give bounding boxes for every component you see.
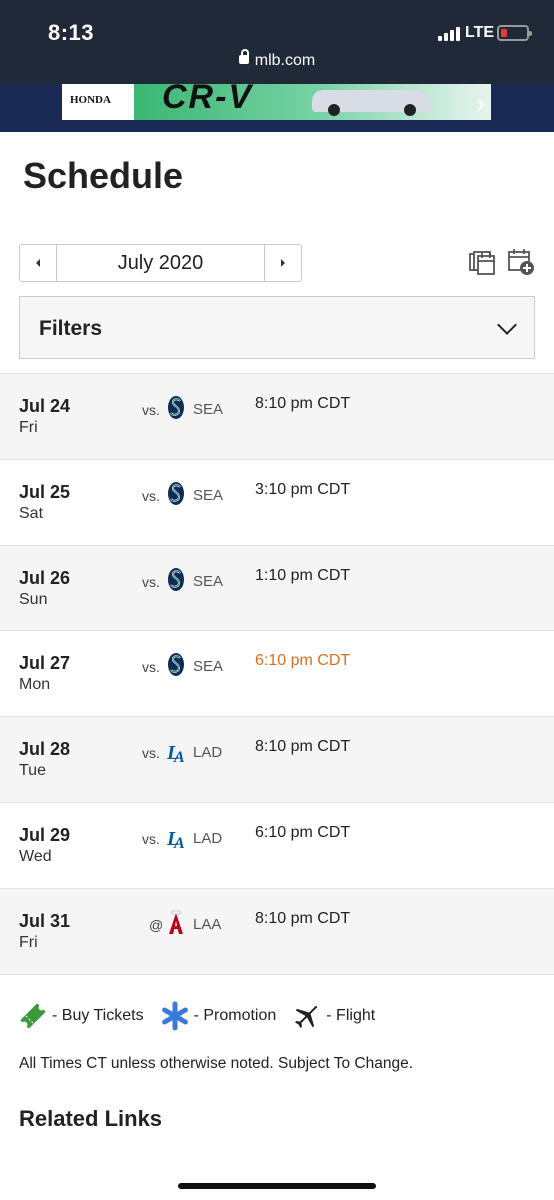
ticket-icon bbox=[20, 1003, 46, 1029]
game-day: Wed bbox=[19, 847, 52, 865]
battery-icon bbox=[497, 25, 532, 41]
opponent-team[interactable]: SEA bbox=[193, 658, 223, 675]
game-date: Jul 29 bbox=[19, 824, 71, 845]
game-day: Fri bbox=[19, 933, 38, 951]
opponent-team[interactable]: LAA bbox=[193, 916, 221, 933]
game-row[interactable]: Jul 26 Sun vs. SEA 1:10 pm CDT bbox=[0, 545, 554, 632]
team-logo-icon[interactable] bbox=[167, 910, 185, 935]
opponent-team[interactable]: LAD bbox=[193, 744, 222, 761]
game-day: Sun bbox=[19, 590, 48, 608]
opponent-team[interactable]: SEA bbox=[193, 573, 223, 590]
team-logo-icon[interactable]: LA bbox=[166, 738, 185, 766]
times-note: All Times CT unless otherwise noted. Sub… bbox=[19, 1055, 414, 1072]
team-logo-icon[interactable] bbox=[167, 395, 185, 420]
team-logo-icon[interactable] bbox=[167, 652, 185, 677]
legend-tickets-label: - Buy Tickets bbox=[52, 1007, 144, 1024]
legend-promotion: - Promotion bbox=[160, 1001, 277, 1031]
game-row[interactable]: Jul 27 Mon vs. SEA 6:10 pm CDT bbox=[0, 631, 554, 718]
legend-promotion-label: - Promotion bbox=[193, 1007, 277, 1024]
car-image bbox=[312, 90, 432, 116]
legend-tickets: - Buy Tickets bbox=[18, 1001, 144, 1031]
calendar-add-icon[interactable] bbox=[507, 248, 535, 276]
legend-flight: - Flight bbox=[292, 1001, 375, 1031]
opponent-team[interactable]: SEA bbox=[193, 487, 223, 504]
game-row[interactable]: Jul 29 Wed vs. L A LAD 6:10 pm CDT bbox=[0, 803, 554, 889]
matchup-prefix: vs. bbox=[142, 745, 160, 762]
game-time[interactable]: 3:10 pm CDT bbox=[255, 481, 350, 499]
lock-icon bbox=[238, 49, 249, 65]
ad-banner[interactable]: HONDA CR-V › bbox=[62, 84, 491, 120]
game-day: Sat bbox=[19, 504, 44, 522]
month-picker: July 2020 bbox=[19, 244, 302, 282]
page-title: Schedule bbox=[23, 155, 184, 196]
ad-brand: HONDA bbox=[70, 94, 111, 106]
game-day: Tue bbox=[19, 762, 46, 780]
caret-left-icon bbox=[36, 259, 40, 267]
game-time[interactable]: 8:10 pm CDT bbox=[255, 738, 350, 756]
team-logo-icon[interactable]: LA bbox=[166, 824, 185, 852]
month-label[interactable]: July 2020 bbox=[56, 245, 265, 281]
game-time[interactable]: 8:10 pm CDT bbox=[255, 395, 350, 413]
url-text: mlb.com bbox=[254, 52, 316, 69]
game-time[interactable]: 6:10 pm CDT bbox=[255, 824, 350, 842]
status-time: 8:13 bbox=[48, 20, 95, 45]
matchup-prefix: @ bbox=[149, 916, 164, 933]
game-time[interactable]: 1:10 pm CDT bbox=[255, 567, 350, 585]
svg-text:A: A bbox=[173, 749, 185, 763]
game-time[interactable]: 8:10 pm CDT bbox=[255, 910, 350, 928]
game-row[interactable]: Jul 25 Sat vs. SEA 3:10 pm CDT bbox=[0, 460, 554, 546]
caret-right-icon bbox=[281, 259, 285, 267]
next-month-button[interactable] bbox=[265, 245, 301, 281]
airplane-icon bbox=[295, 1005, 318, 1029]
filters-dropdown[interactable]: Filters bbox=[19, 296, 535, 359]
matchup-prefix: vs. bbox=[142, 402, 160, 418]
matchup-prefix: vs. bbox=[142, 573, 160, 590]
prev-month-button[interactable] bbox=[20, 245, 56, 281]
game-date: Jul 31 bbox=[19, 910, 71, 931]
filters-label: Filters bbox=[39, 317, 103, 340]
svg-text:A: A bbox=[173, 835, 185, 849]
game-date: Jul 26 bbox=[19, 567, 71, 588]
home-indicator bbox=[178, 1183, 376, 1189]
game-row[interactable]: Jul 24 Fri vs. SEA 8:10 pm CDT bbox=[0, 374, 554, 460]
game-row[interactable]: Jul 31 Fri @ LAA 8:10 pm CDT bbox=[0, 888, 554, 975]
ad-model: CR-V bbox=[162, 84, 254, 116]
game-list: Jul 24 Fri vs. SEA 8:10 pm CDT Jul 25 Sat vs. SE… bbox=[0, 373, 554, 975]
opponent-team[interactable]: SEA bbox=[193, 401, 223, 418]
game-day: Mon bbox=[19, 676, 51, 694]
related-links-title: Related Links bbox=[19, 1106, 163, 1131]
game-date: Jul 27 bbox=[19, 653, 71, 674]
ad-arrow-icon: › bbox=[476, 88, 485, 118]
chevron-down-icon bbox=[497, 315, 517, 335]
network-label: LTE bbox=[465, 24, 495, 41]
game-date: Jul 25 bbox=[19, 481, 71, 502]
game-time[interactable]: 6:10 pm CDT bbox=[255, 652, 350, 670]
game-row[interactable]: Jul 28 Tue vs. L A LAD 8:10 pm CDT bbox=[0, 717, 554, 803]
calendar-stack-icon[interactable] bbox=[468, 248, 496, 276]
matchup-prefix: vs. bbox=[142, 659, 160, 676]
game-day: Fri bbox=[19, 419, 38, 436]
url-bar[interactable]: mlb.com bbox=[0, 49, 554, 82]
matchup-prefix: vs. bbox=[142, 487, 160, 504]
team-logo-icon[interactable] bbox=[167, 481, 185, 506]
legend-flight-label: - Flight bbox=[326, 1007, 376, 1024]
signal-icon bbox=[438, 25, 460, 41]
team-logo-icon[interactable] bbox=[167, 567, 185, 592]
promotion-asterisk-icon bbox=[161, 1001, 188, 1031]
game-date: Jul 28 bbox=[19, 739, 71, 760]
opponent-team[interactable]: LAD bbox=[193, 830, 222, 847]
matchup-prefix: vs. bbox=[142, 830, 160, 847]
status-bar: 8:13 LTE bbox=[0, 0, 554, 52]
legend: - Buy Tickets - Promotion - Flight bbox=[18, 1000, 391, 1032]
game-date: Jul 24 bbox=[19, 396, 71, 416]
